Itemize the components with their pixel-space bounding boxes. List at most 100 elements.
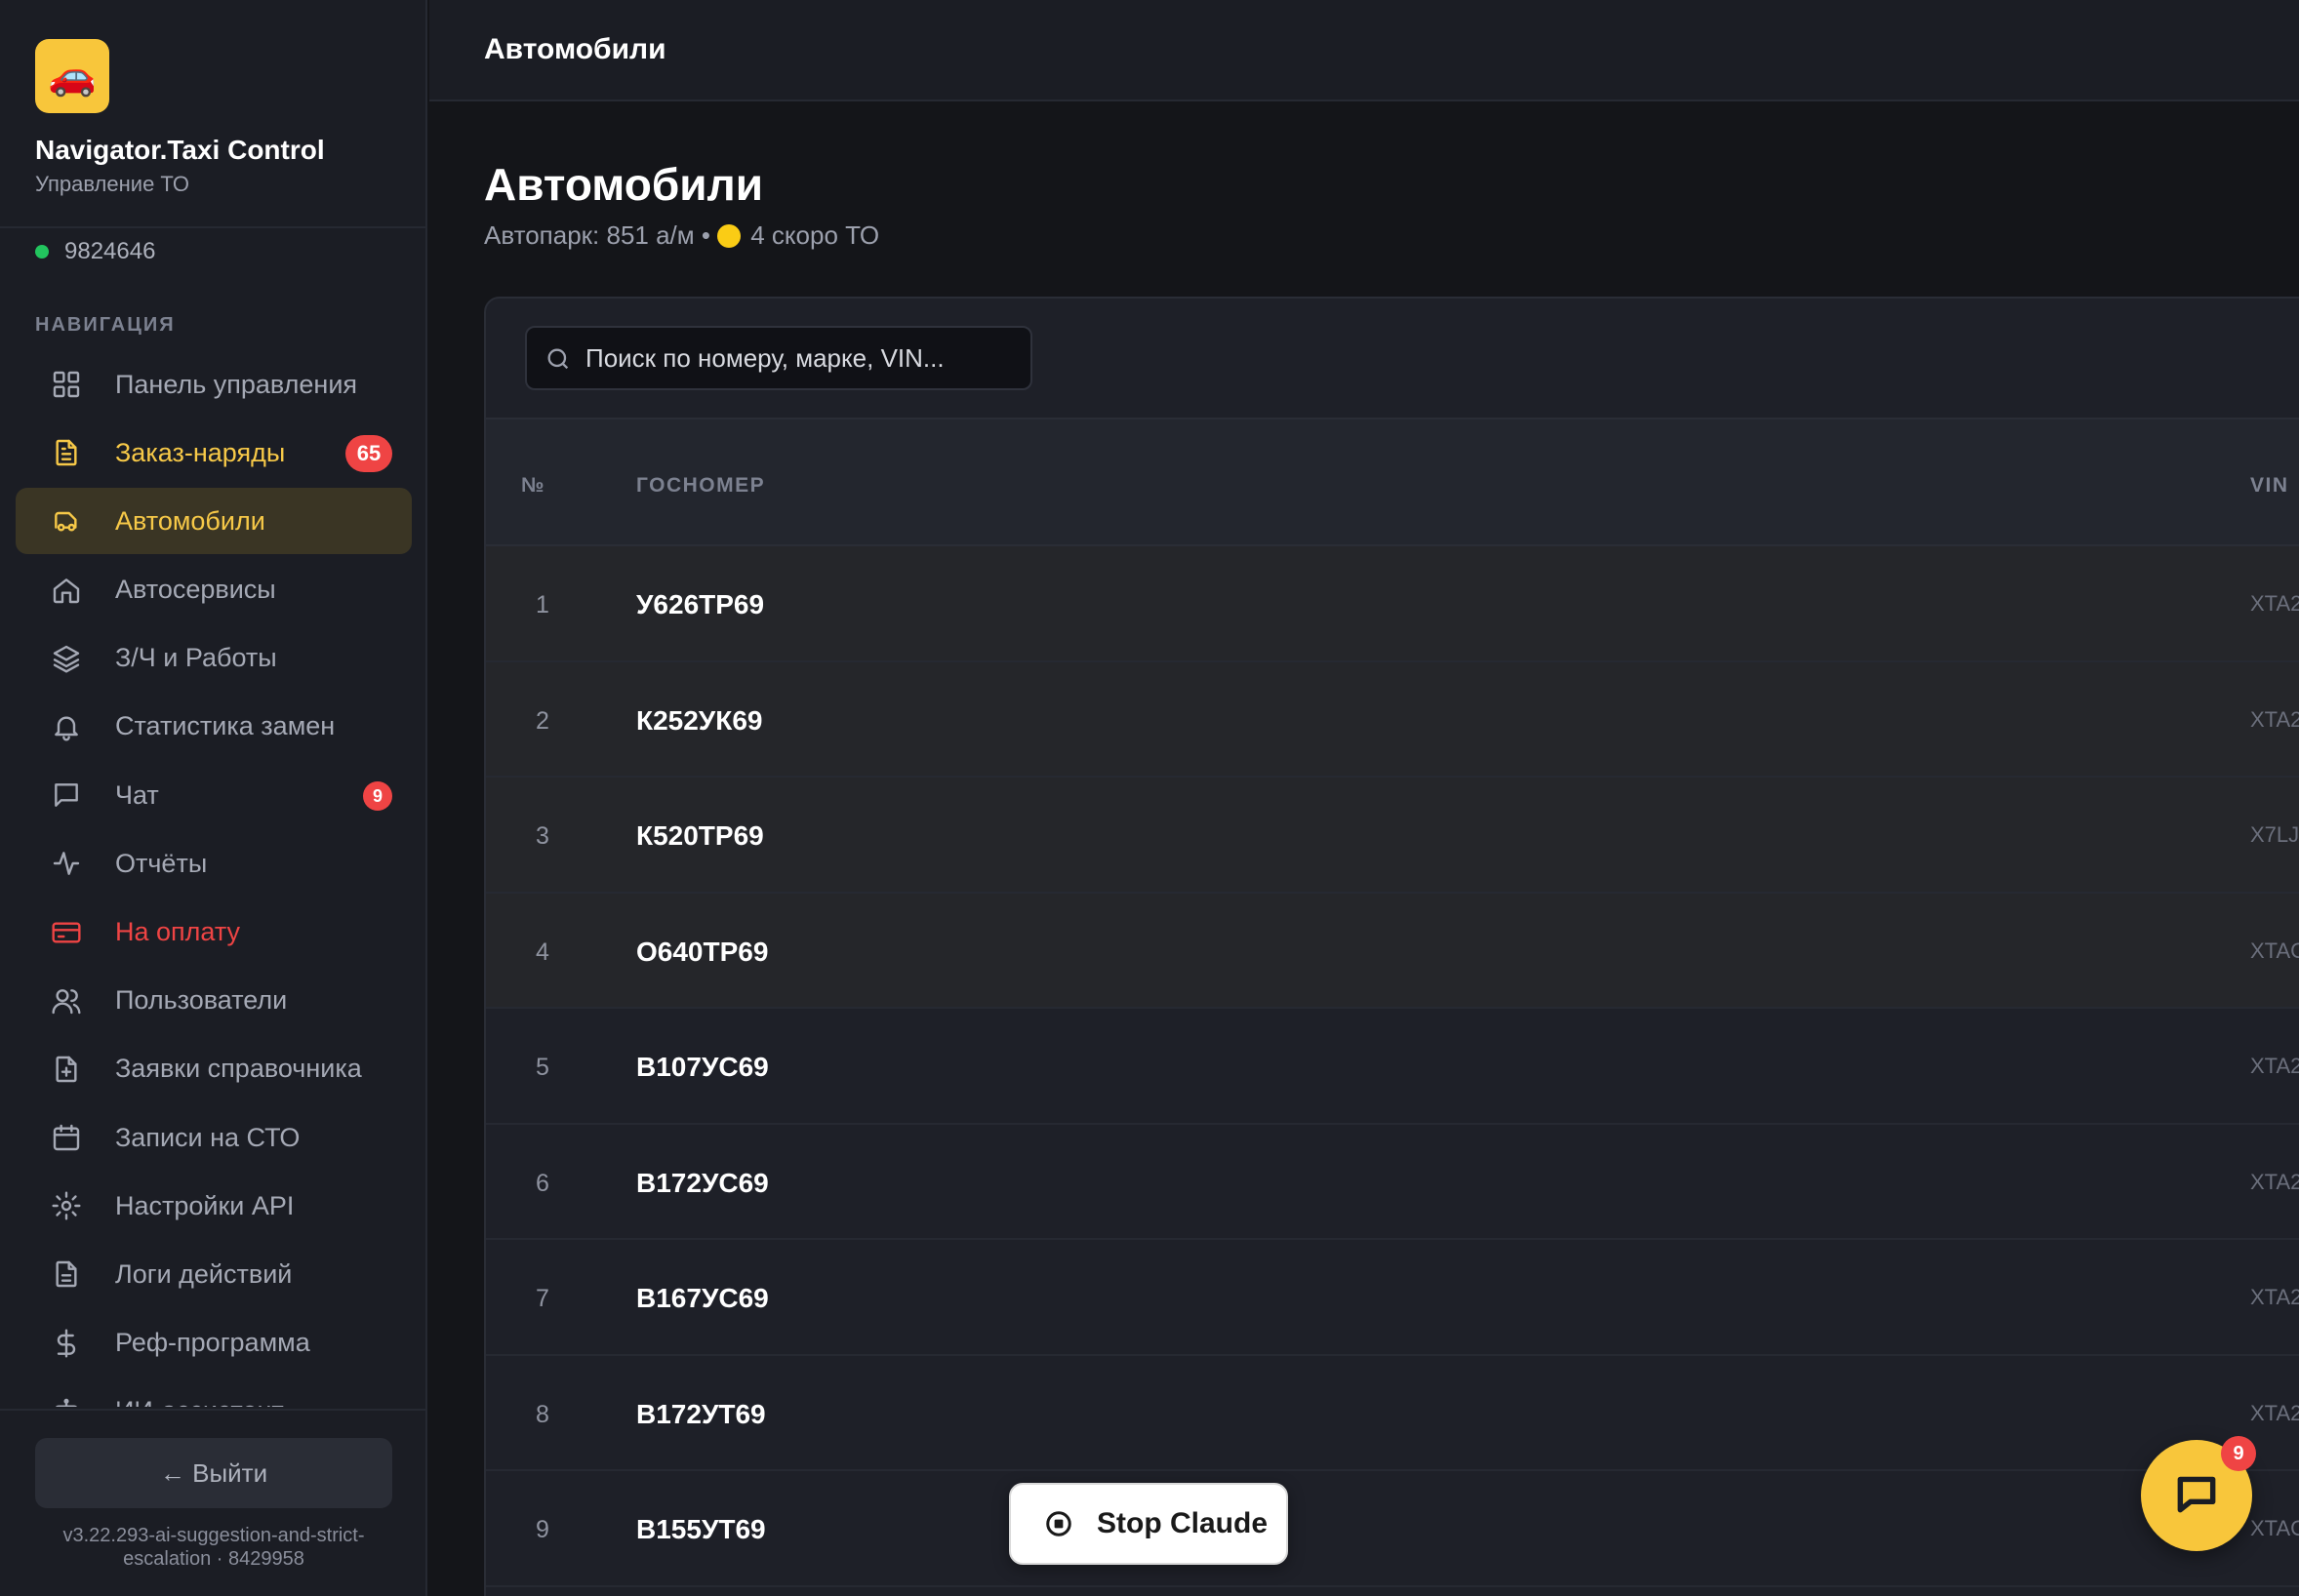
sidebar-item-api-settings[interactable]: Настройки API	[16, 1173, 412, 1239]
stop-claude-button[interactable]: Stop Claude	[1009, 1483, 1288, 1565]
sidebar-item-directory-requests[interactable]: Заявки справочника	[16, 1036, 412, 1102]
sidebar-item-reports[interactable]: Отчёты	[16, 830, 412, 897]
chat-bubble-icon	[2172, 1469, 2221, 1523]
row-vin: X7LJ	[2250, 822, 2299, 847]
sidebar-item-payments[interactable]: На оплату	[16, 899, 412, 966]
sidebar-item-label: Статистика замен	[115, 711, 336, 741]
row-number: 7	[536, 1285, 549, 1312]
dollar-icon	[51, 1328, 82, 1359]
column-header-plate[interactable]: ГОСНОМЕР	[636, 474, 765, 498]
sidebar-item-label: Автомобили	[115, 505, 265, 536]
table-row[interactable]: 2 К252УК69 XTA2	[486, 661, 2299, 778]
sidebar-item-replacement-stats[interactable]: Статистика замен	[16, 694, 412, 760]
chat-fab-badge: 9	[2221, 1436, 2256, 1471]
stop-claude-label: Stop Claude	[1097, 1507, 1269, 1539]
page-subtitle: Автопарк: 851 а/м • 4 скоро ТО	[484, 220, 879, 251]
user-id: 9824646	[64, 238, 156, 264]
table-row[interactable]: 1 У626ТР69 XTA2	[486, 546, 2299, 662]
calendar-icon	[51, 1122, 82, 1153]
table-row[interactable]: 7 В167УС69 XTA2	[486, 1240, 2299, 1356]
bot-icon	[51, 1396, 82, 1407]
sidebar-item-referral[interactable]: Реф-программа	[16, 1310, 412, 1377]
row-plate: К252УК69	[636, 704, 763, 736]
fleet-count-text: Автопарк: 851 а/м •	[484, 220, 718, 250]
sidebar-item-services[interactable]: Автосервисы	[16, 557, 412, 623]
sidebar-item-action-logs[interactable]: Логи действий	[16, 1241, 412, 1307]
row-vin: XTA2	[2250, 1169, 2299, 1194]
sidebar-item-users[interactable]: Пользователи	[16, 968, 412, 1034]
app-title: Navigator.Taxi Control	[35, 135, 325, 165]
app-logo: 🚗	[35, 39, 109, 113]
sidebar-item-ai-assistant[interactable]: ИИ-ассистент	[16, 1378, 412, 1407]
credit-card-icon	[51, 917, 82, 948]
layers-icon	[51, 643, 82, 674]
app-version: v3.22.293-ai-suggestion-and-strict-escal…	[62, 1525, 365, 1570]
search-icon	[544, 345, 572, 373]
sidebar-item-label: Чат	[115, 779, 159, 810]
sidebar-item-label: Логи действий	[115, 1258, 293, 1289]
file-plus-icon	[51, 1054, 82, 1085]
online-status-icon	[35, 245, 49, 259]
row-number: 8	[536, 1400, 549, 1428]
sidebar-item-label: Панель управления	[115, 369, 358, 399]
logout-button[interactable]: ← Выйти	[35, 1438, 392, 1508]
gear-icon	[51, 1190, 82, 1221]
row-number: 3	[536, 822, 549, 850]
sidebar-item-label: Реф-программа	[115, 1328, 310, 1358]
sidebar-footer-divider	[0, 1409, 427, 1411]
search-placeholder: Поиск по номеру, марке, VIN...	[585, 342, 945, 373]
sidebar-divider	[0, 226, 427, 228]
sidebar-item-work-orders[interactable]: Заказ-наряды 65	[16, 419, 412, 486]
chat-icon	[51, 779, 82, 811]
sidebar-item-parts[interactable]: З/Ч и Работы	[16, 625, 412, 692]
table-header: № ГОСНОМЕР VIN	[486, 419, 2299, 546]
user-status: 9824646	[35, 238, 155, 265]
table-row[interactable]: 5 В107УС69 XTA2	[486, 1009, 2299, 1125]
stop-circle-icon	[1044, 1509, 1073, 1538]
row-vin: XTA2	[2250, 1285, 2299, 1309]
home-icon	[51, 575, 82, 606]
column-header-number: №	[521, 474, 545, 497]
activity-icon	[51, 848, 82, 879]
sidebar-item-chat[interactable]: Чат 9	[16, 762, 412, 828]
maintenance-soon-dot-icon	[717, 223, 742, 248]
row-vin: XTAG	[2250, 1516, 2299, 1540]
sidebar-nav: Панель управления Заказ-наряды 65 Автомо…	[16, 351, 412, 1407]
sidebar-item-label: Записи на СТО	[115, 1122, 301, 1152]
column-header-vin[interactable]: VIN	[2250, 474, 2289, 498]
table-row[interactable]: 3 К520ТР69 X7LJ	[486, 778, 2299, 894]
row-number: 4	[536, 938, 549, 966]
chat-unread-badge: 9	[363, 781, 392, 812]
row-number: 9	[536, 1516, 549, 1543]
row-plate: В167УС69	[636, 1283, 769, 1313]
row-plate: В172УС69	[636, 1167, 769, 1198]
sidebar-item-label: Настройки API	[115, 1190, 295, 1220]
row-vin: XTA2	[2250, 1054, 2299, 1078]
row-plate: О640ТР69	[636, 936, 769, 967]
row-vin: XTA2	[2250, 591, 2299, 616]
table-row[interactable]: 4 О640ТР69 XTAG	[486, 893, 2299, 1009]
table-row[interactable]: 6 В172УС69 XTA2	[486, 1125, 2299, 1240]
topbar: Автомобили	[429, 0, 2299, 101]
sidebar-item-label: Пользователи	[115, 985, 288, 1016]
sidebar-item-dashboard[interactable]: Панель управления	[16, 351, 412, 418]
row-plate: В155УТ69	[636, 1514, 766, 1544]
table-row[interactable]: 9 В155УТ69 XTAG	[486, 1471, 2299, 1587]
sidebar-item-label: Заявки справочника	[115, 1054, 362, 1084]
row-plate: У626ТР69	[636, 589, 765, 619]
sidebar-item-cars[interactable]: Автомобили	[16, 488, 412, 555]
sidebar-item-appointments[interactable]: Записи на СТО	[16, 1104, 412, 1171]
table-row[interactable]: 8 В172УТ69 XTA2	[486, 1356, 2299, 1471]
row-vin: XTA2	[2250, 706, 2299, 732]
car-emoji-icon: 🚗	[48, 55, 97, 98]
sidebar-item-label: На оплату	[115, 917, 240, 946]
search-input[interactable]: Поиск по номеру, марке, VIN...	[525, 326, 1032, 390]
dashboard-grid-icon	[51, 369, 82, 400]
table-body: 1 У626ТР69 XTA2 2 К252УК69 XTA2 3 К520ТР69 X7L…	[486, 546, 2299, 1587]
sidebar-item-label: ИИ-ассистент	[115, 1396, 284, 1407]
sidebar-item-label: Заказ-наряды	[115, 437, 286, 467]
page-title: Автомобили	[484, 159, 764, 210]
document-icon	[51, 437, 82, 468]
maintenance-soon-text: 4 скоро ТО	[750, 220, 880, 250]
row-number: 6	[536, 1169, 549, 1197]
